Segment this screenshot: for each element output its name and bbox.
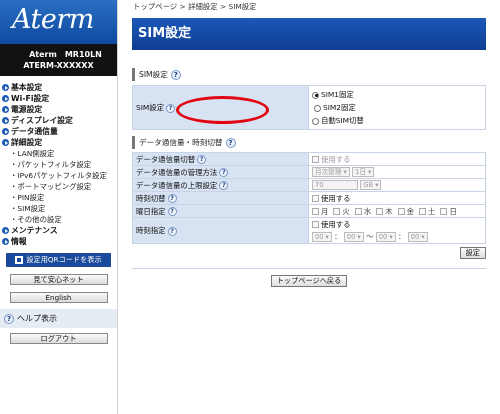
arrow-icon xyxy=(2,128,9,135)
arrow-icon xyxy=(2,84,9,91)
sidebar-item-advanced[interactable]: 詳細設定 xyxy=(0,137,117,148)
help-icon[interactable]: ? xyxy=(167,194,177,203)
arrow-icon xyxy=(2,139,9,146)
english-button[interactable]: English xyxy=(9,292,108,303)
sidebar-item-power[interactable]: 電源設定 xyxy=(0,104,117,115)
sim-setting-label: SIM設定? xyxy=(132,85,309,130)
limit-field: 70 GB ▾ xyxy=(308,178,486,192)
arrow-icon xyxy=(2,106,9,113)
start-hour-select[interactable]: 00 ▾ xyxy=(312,231,332,242)
sidebar-subitem-pin[interactable]: ・PIN設定 xyxy=(0,192,117,203)
day-mon[interactable]: 月 xyxy=(312,207,328,216)
data-switch-label: データ通信量切替? xyxy=(132,152,309,166)
weekday-label: 曜日指定? xyxy=(132,204,309,218)
main-content: トップページ > 詳細設定 > SIM設定 SIM設定 SIM設定? SIM設定… xyxy=(118,0,500,414)
day-tue[interactable]: 火 xyxy=(333,207,350,216)
brand-header: Aterm xyxy=(0,0,117,44)
help-icon[interactable]: ? xyxy=(167,207,177,216)
time-switch-label: 時刻切替? xyxy=(132,191,309,205)
help-icon[interactable]: ? xyxy=(197,155,207,164)
action-row: 設定 xyxy=(132,247,486,259)
sim-section: SIM設定? SIM設定? SIM1固定 SIM2固定 自動SIM切替 xyxy=(132,68,486,130)
arrow-icon xyxy=(2,95,9,102)
model-name: Aterm MR10LN xyxy=(29,50,102,59)
sidebar-item-wifi[interactable]: Wi-Fi設定 xyxy=(0,93,117,104)
arrow-icon xyxy=(2,238,9,245)
manage-day-select[interactable]: 1日 ▾ xyxy=(352,167,375,177)
help-icon: ? xyxy=(4,313,14,324)
time-spec-checkbox[interactable] xyxy=(312,221,319,228)
option-sim1[interactable]: SIM1固定 xyxy=(312,88,482,101)
help-icon[interactable]: ? xyxy=(219,181,229,190)
data-time-section: データ通信量・時刻切替? データ通信量切替? 使用する データ通信量の管理方法?… xyxy=(132,136,486,259)
time-spec-toggle[interactable]: 使用する xyxy=(312,219,482,231)
help-icon[interactable]: ? xyxy=(219,168,229,177)
arrow-icon xyxy=(2,227,9,234)
sidebar-subitem-packet-filter[interactable]: ・パケットフィルタ設定 xyxy=(0,159,117,170)
sim-table: SIM設定? SIM1固定 SIM2固定 自動SIM切替 xyxy=(132,85,486,130)
sidebar-item-data-usage[interactable]: データ通信量 xyxy=(0,126,117,137)
qr-code-icon xyxy=(15,256,24,264)
end-hour-select[interactable]: 00 ▾ xyxy=(375,231,396,242)
bottom-bar: トップページへ戻る xyxy=(132,268,486,287)
manage-method-label: データ通信量の管理方法? xyxy=(132,165,309,179)
breadcrumb: トップページ > 詳細設定 > SIM設定 xyxy=(133,2,257,11)
radio-sim2[interactable] xyxy=(314,104,321,112)
limit-label: データ通信量の上限設定? xyxy=(132,178,309,192)
page-title: SIM設定 xyxy=(132,18,486,50)
sidebar-item-maintenance[interactable]: メンテナンス xyxy=(0,225,117,236)
aterm-logo: Aterm xyxy=(12,4,94,35)
data-switch-field[interactable]: 使用する xyxy=(308,152,486,166)
sim-options: SIM1固定 SIM2固定 自動SIM切替 xyxy=(308,85,486,130)
data-switch-checkbox[interactable] xyxy=(312,156,319,163)
sidebar: Aterm Aterm MR10LN ATERM-XXXXXX 基本設定 Wi-… xyxy=(0,0,118,414)
radio-auto[interactable] xyxy=(312,117,319,125)
app-window: Aterm Aterm MR10LN ATERM-XXXXXX 基本設定 Wi-… xyxy=(0,0,500,414)
day-sun[interactable]: 日 xyxy=(440,207,457,216)
sidebar-subitem-other[interactable]: ・その他の設定 xyxy=(0,214,117,225)
qr-code-button[interactable]: 設定用QRコードを表示 xyxy=(6,253,111,267)
time-switch-checkbox[interactable] xyxy=(312,195,319,202)
weekday-field: 月火水木金土日 xyxy=(308,204,486,218)
end-minute-select[interactable]: 00 ▾ xyxy=(407,231,428,242)
model-info: Aterm MR10LN ATERM-XXXXXX xyxy=(0,44,117,76)
logout-button[interactable]: ログアウト xyxy=(9,333,108,344)
data-time-table: データ通信量切替? 使用する データ通信量の管理方法? 月次管理 ▾ 1日 ▾ … xyxy=(132,152,486,244)
day-wed[interactable]: 水 xyxy=(354,207,371,216)
option-auto[interactable]: 自動SIM切替 xyxy=(312,114,482,127)
sidebar-nav: 基本設定 Wi-Fi設定 電源設定 ディスプレイ設定 データ通信量 詳細設定 ・… xyxy=(0,76,117,247)
day-fri[interactable]: 金 xyxy=(397,207,414,216)
arrow-icon xyxy=(2,117,9,124)
manage-method-field: 月次管理 ▾ 1日 ▾ xyxy=(308,165,486,179)
unit-select[interactable]: GB ▾ xyxy=(360,180,382,190)
help-icon[interactable]: ? xyxy=(225,137,236,148)
device-id: ATERM-XXXXXX xyxy=(23,61,94,70)
sidebar-item-basic[interactable]: 基本設定 xyxy=(0,82,117,93)
section-heading: SIM設定? xyxy=(132,68,486,81)
help-icon[interactable]: ? xyxy=(167,226,177,236)
day-sat[interactable]: 土 xyxy=(419,207,435,216)
option-sim2[interactable]: SIM2固定 xyxy=(312,101,482,114)
time-spec-label: 時刻指定? xyxy=(132,217,309,244)
sidebar-item-info[interactable]: 情報 xyxy=(0,236,117,247)
section-heading: データ通信量・時刻切替? xyxy=(132,136,486,149)
radio-sim1[interactable] xyxy=(312,91,319,99)
manage-method-select[interactable]: 月次管理 ▾ xyxy=(312,167,350,177)
start-minute-select[interactable]: 00 ▾ xyxy=(343,231,364,242)
mite-anshin-button[interactable]: 見て安心ネット xyxy=(9,274,108,285)
help-icon[interactable]: ? xyxy=(166,103,176,113)
time-spec-field: 使用する 00 ▾ ： 00 ▾ 〜 00 ▾ ： 00 ▾ xyxy=(308,217,486,244)
help-toggle[interactable]: ? ヘルプ表示 xyxy=(0,309,117,328)
sidebar-subitem-sim[interactable]: ・SIM設定 xyxy=(0,203,117,214)
set-button[interactable]: 設定 xyxy=(459,247,486,259)
back-to-top-button[interactable]: トップページへ戻る xyxy=(270,275,348,287)
time-switch-field[interactable]: 使用する xyxy=(308,191,486,205)
sidebar-subitem-ipv6-filter[interactable]: ・IPv6パケットフィルタ設定 xyxy=(0,170,117,181)
help-icon[interactable]: ? xyxy=(170,69,181,80)
day-thu[interactable]: 木 xyxy=(376,207,393,216)
limit-input[interactable]: 70 xyxy=(312,180,358,190)
sidebar-subitem-lan[interactable]: ・LAN側設定 xyxy=(0,148,117,159)
sidebar-subitem-port-mapping[interactable]: ・ポートマッピング設定 xyxy=(0,181,117,192)
sidebar-item-display[interactable]: ディスプレイ設定 xyxy=(0,115,117,126)
